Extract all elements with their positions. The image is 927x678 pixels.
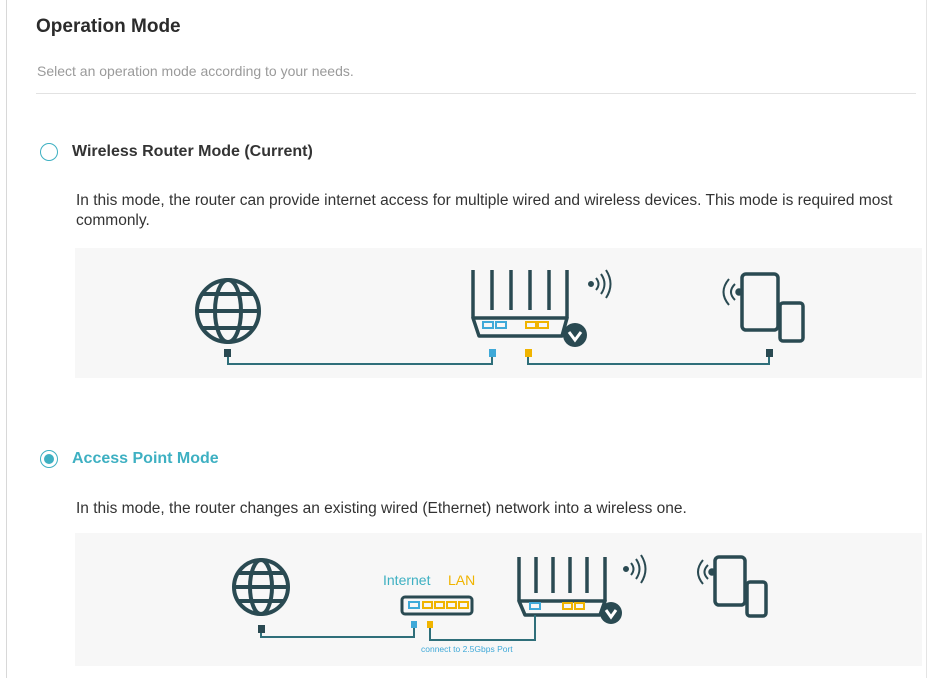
wireless-router-mode-radio[interactable] [40, 143, 58, 161]
router-icon [471, 270, 569, 338]
ap-router-icon [517, 557, 607, 617]
devices-icon [722, 272, 805, 343]
wireless-router-mode-option[interactable]: Wireless Router Mode (Current) [40, 143, 313, 161]
globe-port [224, 349, 231, 357]
cable-router-device [527, 357, 770, 365]
access-point-mode-description: In this mode, the router changes an exis… [76, 500, 687, 517]
ap-globe-port [258, 625, 265, 633]
modem-icon [400, 595, 474, 616]
device-port [766, 349, 773, 357]
wireless-router-mode-description: In this mode, the router can provide int… [76, 192, 893, 229]
access-point-mode-radio[interactable] [40, 450, 58, 468]
header-divider [36, 93, 916, 94]
ap-wifi-signal-icon [623, 554, 647, 584]
router-badge [563, 323, 587, 347]
page-title: Operation Mode [36, 16, 181, 37]
page-subtitle: Select an operation mode according to yo… [37, 63, 354, 79]
access-point-mode-option[interactable]: Access Point Mode [40, 450, 219, 468]
modem-lan-port [427, 621, 433, 628]
wireless-router-mode-diagram [75, 248, 922, 378]
modem-lan-label: LAN [448, 572, 475, 588]
wifi-signal-icon [588, 269, 612, 299]
modem-internet-label: Internet [383, 572, 431, 588]
router-wan-port [489, 349, 496, 357]
ap-cable-modem-router [429, 615, 536, 641]
access-point-mode-label: Access Point Mode [72, 450, 219, 467]
wireless-router-mode-label: Wireless Router Mode (Current) [72, 143, 313, 160]
port-note: connect to 2.5Gbps Port [421, 644, 513, 654]
access-point-mode-diagram: Internet LAN connect to 2.5Gbps Port [75, 533, 922, 666]
ap-globe-icon [232, 558, 290, 616]
ap-devices-icon [697, 555, 768, 618]
modem-internet-port [411, 621, 417, 628]
cable-internet-router [227, 357, 493, 365]
left-frame-line [6, 0, 7, 678]
router-lan-port [525, 349, 532, 357]
ap-cable-internet-modem [260, 628, 415, 638]
ap-router-badge [600, 602, 622, 624]
globe-icon [195, 278, 261, 344]
